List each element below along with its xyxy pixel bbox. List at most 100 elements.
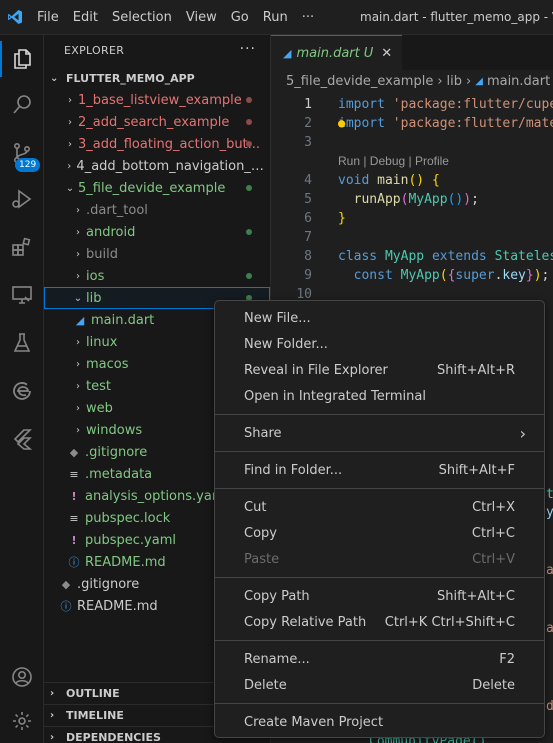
code-line: 8 class MyApp extends Stateles xyxy=(271,247,553,266)
tree-item[interactable]: ⌄ 5_file_devide_example xyxy=(44,177,270,199)
menu-item-share[interactable]: Share › xyxy=(215,420,544,446)
menu-item-reveal-in-file-explorer[interactable]: Reveal in File Explorer Shift+Alt+R xyxy=(215,357,544,383)
menu-item-shortcut: Shift+Alt+C xyxy=(436,588,515,604)
chevron-right-icon[interactable]: › xyxy=(70,205,86,216)
menu-item-copy-path[interactable]: Copy Path Shift+Alt+C xyxy=(215,583,544,609)
chevron-right-icon[interactable]: › xyxy=(70,227,86,238)
menu-edit[interactable]: Edit xyxy=(66,0,105,35)
tree-item[interactable]: › build xyxy=(44,243,270,265)
chevron-right-icon[interactable]: › xyxy=(62,161,76,172)
menu-item-label: Rename... xyxy=(244,651,310,667)
menu-go[interactable]: Go xyxy=(224,0,256,35)
code-line: 2 import 'package:flutter/mate ● xyxy=(271,114,553,133)
explorer-icon[interactable] xyxy=(0,37,44,81)
edge-devtools-icon[interactable] xyxy=(0,369,44,413)
menu-item-label: Find in Folder... xyxy=(244,462,343,478)
breadcrumb-lib[interactable]: lib xyxy=(447,74,462,89)
search-icon[interactable] xyxy=(0,83,44,127)
chevron-right-icon[interactable]: › xyxy=(70,425,86,436)
codelens-run-debug-profile[interactable]: Run | Debug | Profile xyxy=(271,152,553,171)
chevron-right-icon[interactable]: › xyxy=(70,337,86,348)
menu-item-copy-relative-path[interactable]: Copy Relative Path Ctrl+K Ctrl+Shift+C xyxy=(215,609,544,635)
menu-item-new-file[interactable]: New File... xyxy=(215,305,544,331)
menu-item-delete[interactable]: Delete Delete xyxy=(215,672,544,698)
chevron-right-icon[interactable]: › xyxy=(70,271,86,282)
chevron-right-icon: › xyxy=(50,732,55,743)
tree-item[interactable]: › 2_add_search_example xyxy=(44,111,270,133)
run-debug-icon[interactable] xyxy=(0,177,44,221)
chevron-right-icon[interactable]: › xyxy=(70,359,86,370)
menu-item-find-in-folder[interactable]: Find in Folder... Shift+Alt+F xyxy=(215,457,544,483)
tree-item-label: pubspec.yaml xyxy=(85,532,176,548)
extensions-icon[interactable] xyxy=(0,225,44,269)
dart-file-icon: ◢ xyxy=(75,313,85,327)
menu-separator xyxy=(215,640,544,641)
menu-item-label: Copy Relative Path xyxy=(244,614,367,630)
tree-item[interactable]: › 4_add_bottom_navigation_bar_... xyxy=(44,155,270,177)
menu-item-rename[interactable]: Rename... F2 xyxy=(215,646,544,672)
tree-item-label: 5_file_devide_example xyxy=(78,180,226,196)
chevron-right-icon[interactable]: › xyxy=(70,249,86,260)
explorer-context-menu: New File... New Folder... Reveal in File E… xyxy=(214,300,545,738)
menu-item-new-folder[interactable]: New Folder... xyxy=(215,331,544,357)
menu-more[interactable]: ··· xyxy=(295,0,321,35)
code-line: 3 xyxy=(271,133,553,152)
text-file-icon: ≡ xyxy=(69,467,79,481)
menu-item-label: Copy Path xyxy=(244,588,310,604)
menu-item-open-in-integrated-terminal[interactable]: Open in Integrated Terminal xyxy=(215,383,544,409)
manage-gear-icon[interactable] xyxy=(0,699,44,743)
lightbulb-icon[interactable]: ● xyxy=(338,114,345,133)
menu-item-copy[interactable]: Copy Ctrl+C xyxy=(215,520,544,546)
breadcrumb-file[interactable]: main.dart xyxy=(487,74,550,89)
testing-flask-icon[interactable] xyxy=(0,321,44,365)
menu-view[interactable]: View xyxy=(179,0,224,35)
git-status-dot xyxy=(246,273,252,279)
account-icon[interactable] xyxy=(0,655,44,699)
yaml-file-icon: ! xyxy=(71,489,77,503)
menu-separator xyxy=(215,488,544,489)
flutter-icon[interactable] xyxy=(0,417,44,461)
breadcrumb-separator-icon: › xyxy=(466,73,472,89)
chevron-right-icon[interactable]: › xyxy=(70,403,86,414)
workspace-section-header[interactable]: ⌄ FLUTTER_MEMO_APP xyxy=(44,67,270,89)
tree-item-label: README.md xyxy=(85,554,166,570)
menu-item-label: New Folder... xyxy=(244,336,328,352)
tab-main-dart[interactable]: ◢ main.dart U ✕ xyxy=(271,35,403,70)
breadcrumb-folder[interactable]: 5_file_devide_example xyxy=(286,74,433,89)
text-file-icon: ≡ xyxy=(69,511,79,525)
code-line: 7 xyxy=(271,228,553,247)
tree-item[interactable]: › android xyxy=(44,221,270,243)
menu-selection[interactable]: Selection xyxy=(105,0,179,35)
tree-item[interactable]: › ios xyxy=(44,265,270,287)
explorer-more-actions-icon[interactable]: ··· xyxy=(240,41,256,57)
tree-item-label: 3_add_floating_action_but... xyxy=(78,136,261,152)
tree-item-label: 2_add_search_example xyxy=(78,114,230,130)
tree-item[interactable]: › .dart_tool xyxy=(44,199,270,221)
menu-item-create-maven-project[interactable]: Create Maven Project xyxy=(215,709,544,735)
menu-item-cut[interactable]: Cut Ctrl+X xyxy=(215,494,544,520)
tree-item[interactable]: › 3_add_floating_action_but... xyxy=(44,133,270,155)
menu-run[interactable]: Run xyxy=(256,0,295,35)
close-tab-icon[interactable]: ✕ xyxy=(381,46,392,61)
chevron-down-icon[interactable]: ⌄ xyxy=(62,183,78,194)
menu-file[interactable]: File xyxy=(30,0,66,35)
remote-explorer-icon[interactable] xyxy=(0,273,44,317)
menu-separator xyxy=(215,703,544,704)
chevron-down-icon[interactable]: ⌄ xyxy=(70,293,86,304)
menu-bar: File Edit Selection View Go Run ··· xyxy=(30,0,321,35)
line-number: 3 xyxy=(304,135,312,150)
chevron-right-icon[interactable]: › xyxy=(62,139,78,150)
code-line: 5 runApp(MyApp()); xyxy=(271,190,553,209)
chevron-right-icon[interactable]: › xyxy=(70,381,86,392)
code-editor[interactable]: 1 import 'package:flutter/cupe 2 import 'p… xyxy=(271,95,553,304)
tree-item-label: lib xyxy=(86,290,102,306)
chevron-down-icon: ⌄ xyxy=(50,72,59,84)
tree-item[interactable]: › 1_base_listview_example xyxy=(44,89,270,111)
chevron-right-icon[interactable]: › xyxy=(62,117,78,128)
info-file-icon: ⓘ xyxy=(68,556,80,569)
tree-item-label: 4_add_bottom_navigation_bar_... xyxy=(76,158,270,174)
chevron-right-icon[interactable]: › xyxy=(62,95,78,106)
menu-item-label: Reveal in File Explorer xyxy=(244,362,388,378)
breadcrumb-separator-icon: › xyxy=(437,73,443,89)
dependencies-label: DEPENDENCIES xyxy=(66,731,161,743)
